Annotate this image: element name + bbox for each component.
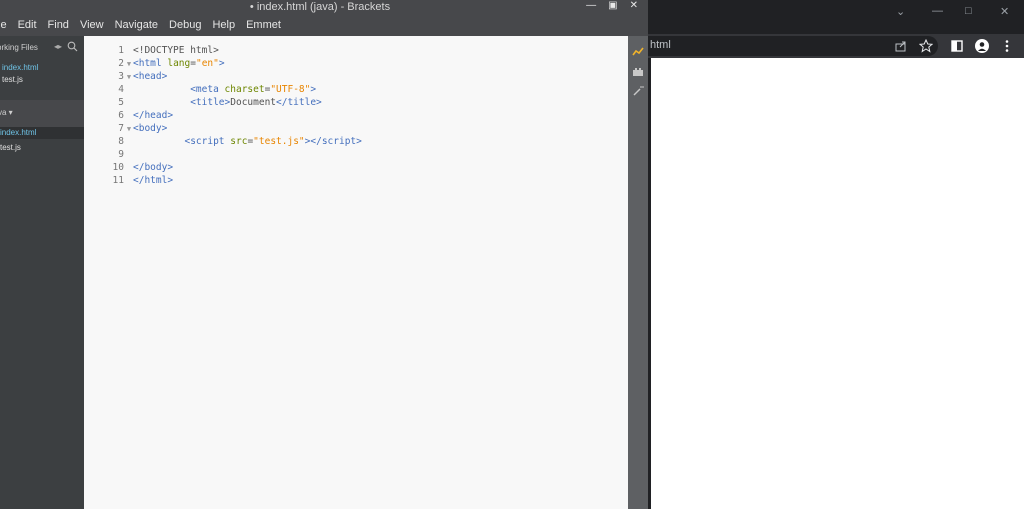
project-file-item[interactable]: test.js bbox=[0, 142, 84, 154]
working-file-item[interactable]: index.html bbox=[2, 62, 86, 74]
code-line: </body> bbox=[133, 162, 174, 173]
browser-toolbar: html bbox=[648, 34, 1024, 58]
minimize-icon[interactable]: — bbox=[586, 0, 596, 11]
menu-bar: le Edit Find View Navigate Debug Help Em… bbox=[0, 15, 648, 35]
share-icon[interactable] bbox=[894, 39, 908, 53]
menu-view[interactable]: View bbox=[80, 19, 104, 31]
line-number: 2 ▼ bbox=[84, 57, 134, 70]
line-number: 8 bbox=[118, 136, 124, 147]
line-number: 6 bbox=[118, 110, 124, 121]
live-preview-icon[interactable] bbox=[632, 45, 644, 57]
line-number: 3 ▼ bbox=[84, 70, 134, 83]
window-controls: — ▣ ✕ bbox=[586, 0, 638, 11]
close-icon[interactable]: ✕ bbox=[630, 0, 638, 11]
code-content[interactable]: <!DOCTYPE html> <html lang="en"> <head> <m… bbox=[133, 44, 362, 187]
line-number: 4 bbox=[118, 84, 124, 95]
split-view-icon[interactable]: ◂▸ bbox=[54, 42, 62, 51]
window-title: • index.html (java) - Brackets bbox=[249, 1, 391, 13]
menu-find[interactable]: Find bbox=[48, 19, 69, 31]
project-name[interactable]: va ▾ bbox=[0, 108, 13, 117]
brackets-window: • index.html (java) - Brackets — ▣ ✕ le … bbox=[0, 0, 648, 509]
code-line: <head> bbox=[133, 71, 168, 82]
line-number: 7 ▼ bbox=[84, 122, 134, 135]
code-line: <meta charset="UTF-8"> bbox=[190, 84, 317, 95]
magic-wand-icon[interactable] bbox=[632, 84, 644, 96]
bookmark-star-icon[interactable] bbox=[918, 38, 934, 53]
extension-manager-icon[interactable] bbox=[632, 65, 644, 77]
restore-icon[interactable]: □ bbox=[965, 5, 972, 17]
working-files-label: orking Files bbox=[0, 43, 38, 52]
project-file-item[interactable]: index.html bbox=[0, 127, 84, 139]
line-number: 5 bbox=[118, 97, 124, 108]
sidebar: orking Files ◂▸ index.html test.js va ▾ … bbox=[0, 36, 84, 509]
browser-viewport[interactable] bbox=[651, 58, 1024, 509]
search-icon[interactable] bbox=[67, 41, 78, 54]
code-line: <!DOCTYPE html> bbox=[133, 45, 219, 56]
working-files-header: orking Files ◂▸ bbox=[0, 41, 84, 54]
line-number: 1 bbox=[118, 45, 124, 56]
profile-avatar-icon[interactable] bbox=[975, 39, 989, 53]
line-number: 10 bbox=[112, 162, 124, 173]
browser-window: ⌄ — □ ✕ html bbox=[648, 0, 1024, 509]
code-line: <script src="test.js"></script> bbox=[184, 136, 362, 147]
line-number: 11 bbox=[112, 175, 124, 186]
title-bar: • index.html (java) - Brackets — ▣ ✕ bbox=[0, 0, 648, 15]
line-number-gutter: 1 2 ▼ 3 ▼ 4 5 6 7 ▼ 8 9 10 11 bbox=[84, 44, 134, 187]
menu-file[interactable]: le bbox=[0, 19, 7, 31]
right-toolbar bbox=[628, 36, 648, 509]
code-editor[interactable]: 1 2 ▼ 3 ▼ 4 5 6 7 ▼ 8 9 10 11 <!DOCTYPE htm… bbox=[84, 36, 628, 509]
maximize-icon[interactable]: ▣ bbox=[608, 0, 617, 11]
menu-navigate[interactable]: Navigate bbox=[115, 19, 158, 31]
address-text[interactable]: html bbox=[650, 39, 671, 51]
minimize-icon[interactable]: — bbox=[932, 5, 943, 17]
chevron-down-icon[interactable]: ⌄ bbox=[896, 5, 905, 18]
address-bar[interactable]: html bbox=[648, 36, 938, 56]
side-panel-icon[interactable] bbox=[950, 39, 964, 53]
project-header[interactable]: va ▾ bbox=[0, 100, 84, 127]
line-number: 9 bbox=[118, 149, 124, 160]
code-line: <body> bbox=[133, 123, 168, 134]
browser-title-bar: ⌄ — □ ✕ bbox=[648, 0, 1024, 34]
more-options-icon[interactable] bbox=[1000, 39, 1014, 53]
working-file-item[interactable]: test.js bbox=[2, 74, 86, 86]
menu-edit[interactable]: Edit bbox=[18, 19, 37, 31]
menu-debug[interactable]: Debug bbox=[169, 19, 201, 31]
menu-emmet[interactable]: Emmet bbox=[246, 19, 281, 31]
code-line: <html lang="en"> bbox=[133, 58, 225, 69]
code-line: </head> bbox=[133, 110, 174, 121]
code-line: </html> bbox=[133, 175, 174, 186]
menu-help[interactable]: Help bbox=[212, 19, 235, 31]
close-icon[interactable]: ✕ bbox=[1000, 5, 1009, 18]
code-line: <title>Document</title> bbox=[190, 97, 322, 108]
